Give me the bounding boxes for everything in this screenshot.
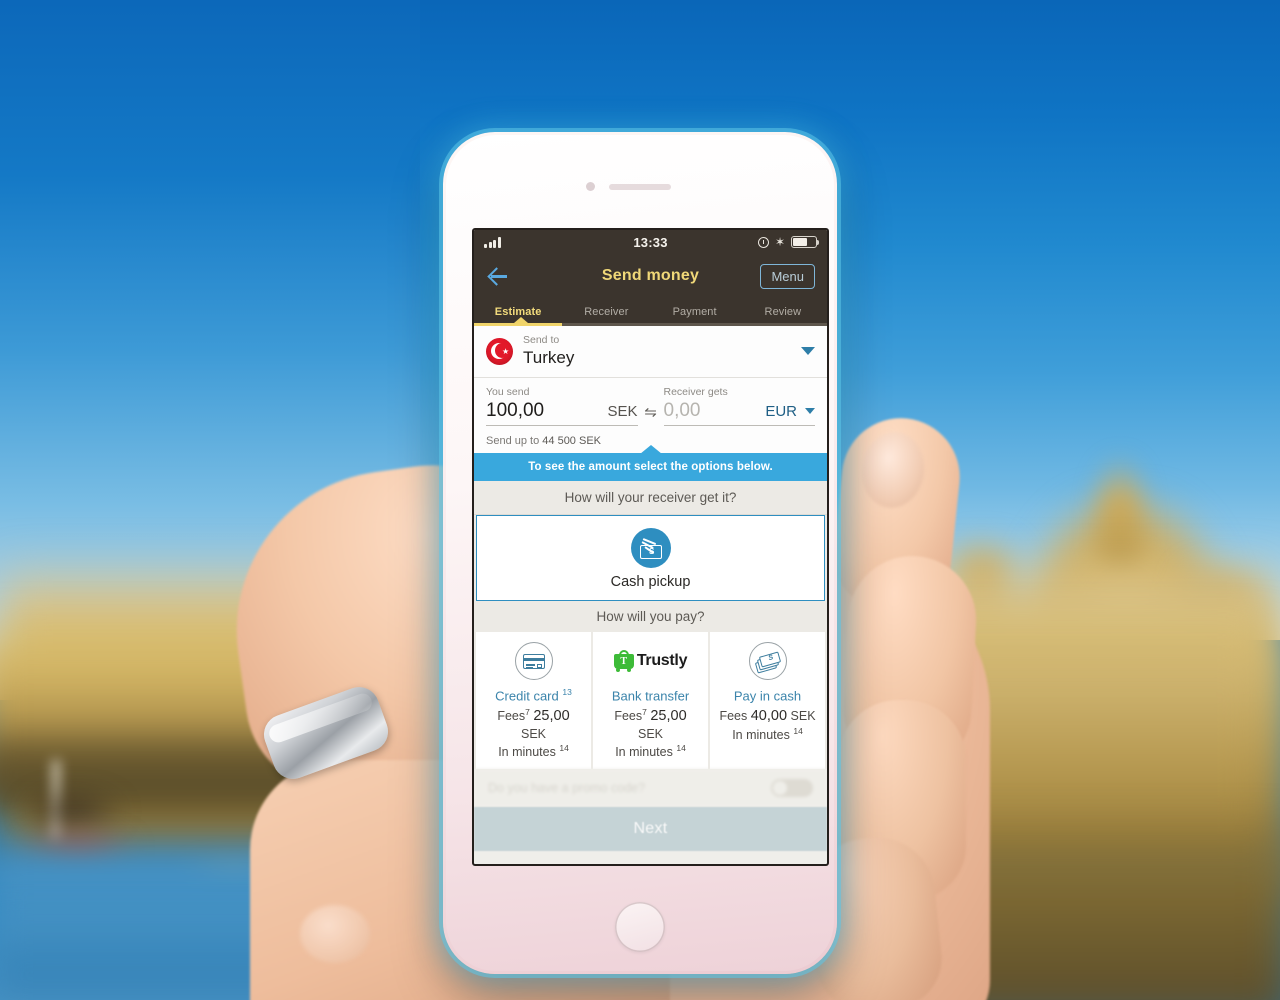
payment-heading: How will you pay? <box>474 601 827 633</box>
home-button[interactable] <box>615 902 665 952</box>
fees-label: Fees <box>614 709 643 724</box>
fees-label: Fees <box>497 709 526 724</box>
receiver-gets-group: Receiver gets 0,00 EUR <box>663 386 815 427</box>
send-to-row[interactable]: ★ Send to Turkey <box>474 326 827 379</box>
delivery-option-label: Cash pickup <box>610 574 691 591</box>
you-send-group: You send 100,00 SEK <box>486 386 638 427</box>
delivery-option-cash-pickup[interactable]: Cash pickup <box>476 515 825 602</box>
info-banner-wrap: To see the amount select the options bel… <box>474 445 827 482</box>
turkey-flag-icon: ★ <box>486 337 513 365</box>
info-banner: To see the amount select the options bel… <box>474 453 827 482</box>
payment-method-label: Bank transfer <box>611 688 690 704</box>
cash-pickup-icon <box>630 528 671 569</box>
fees-amount: 25,00 <box>533 708 570 725</box>
footnote-ref: 14 <box>559 742 569 753</box>
payment-method-name: Credit card 13 <box>480 687 587 704</box>
fees-amount: 25,00 <box>650 708 687 725</box>
you-send-label: You send <box>486 386 530 399</box>
footnote-ref: 14 <box>676 742 686 753</box>
send-to-label: Send to <box>523 334 560 346</box>
you-send-input[interactable]: 100,00 <box>486 400 603 422</box>
footnote-ref: 14 <box>793 726 803 737</box>
smartphone: 13:33 ✶ Send money Menu Estimate Receive… <box>443 132 837 974</box>
delivery-heading: How will your receiver get it? <box>474 481 827 516</box>
chevron-down-icon[interactable] <box>801 347 815 356</box>
alarm-icon <box>757 236 769 248</box>
payment-methods-row: Credit card 13 Fees7 25,00 SEK In minute… <box>474 632 827 770</box>
fees-currency: SEK <box>790 709 816 724</box>
fees-currency: SEK <box>637 727 663 742</box>
trustly-logo-icon: Trustly <box>597 642 704 680</box>
send-to-country: Turkey <box>523 348 575 368</box>
bluetooth-icon: ✶ <box>774 235 785 249</box>
payment-method-bank-transfer[interactable]: Trustly Bank transfer Fees7 25,00 SEK In… <box>593 632 708 770</box>
cash-stack-icon <box>748 642 787 681</box>
payment-method-pay-in-cash[interactable]: Pay in cash Fees 40,00 SEK In minutes 14 <box>710 632 825 770</box>
swap-currency-icon[interactable]: ⇋ <box>638 403 664 426</box>
status-bar: 13:33 ✶ <box>474 230 827 254</box>
speed-label: In minutes <box>498 744 556 759</box>
payment-method-speed: In minutes 14 <box>597 743 704 761</box>
fees-currency: SEK <box>520 727 546 742</box>
payment-method-fees: Fees 40,00 SEK <box>714 707 821 726</box>
menu-button[interactable]: Menu <box>760 263 815 289</box>
payment-method-label: Credit card <box>495 688 559 704</box>
payment-method-fees: Fees7 25,00 SEK <box>597 707 704 742</box>
next-button[interactable]: Next <box>474 807 827 852</box>
footnote-ref: 7 <box>525 707 530 718</box>
speed-label: In minutes <box>615 744 673 759</box>
active-tab-notch-icon <box>514 317 529 323</box>
tab-receiver[interactable]: Receiver <box>562 306 650 318</box>
payment-method-name: Pay in cash <box>714 687 821 704</box>
speed-label: In minutes <box>732 728 790 743</box>
payment-method-name: Bank transfer <box>597 687 704 704</box>
receiver-gets-input[interactable]: 0,00 <box>664 400 762 422</box>
front-camera-icon <box>586 182 595 191</box>
credit-card-icon <box>514 642 553 681</box>
fees-label: Fees <box>719 709 748 724</box>
receiver-gets-currency[interactable]: EUR <box>765 403 797 420</box>
send-limit-currency: SEK <box>579 435 602 448</box>
payment-method-label: Pay in cash <box>733 688 802 704</box>
thumb-nail <box>300 905 370 963</box>
tab-payment[interactable]: Payment <box>651 306 739 318</box>
payment-method-speed: In minutes 14 <box>480 743 587 761</box>
footnote-ref: 7 <box>642 707 647 718</box>
fees-amount: 40,00 <box>750 708 788 725</box>
promo-toggle-icon[interactable] <box>771 779 813 798</box>
banner-notch-icon <box>639 445 662 455</box>
promo-code-label: Do you have a promo code? <box>488 781 646 796</box>
chevron-down-icon[interactable] <box>805 408 815 415</box>
earpiece-speaker <box>609 184 671 190</box>
app-header: Send money Menu <box>474 254 827 298</box>
step-tabs: Estimate Receiver Payment Review <box>474 298 827 326</box>
payment-method-speed: In minutes 14 <box>714 726 821 744</box>
payment-method-credit-card[interactable]: Credit card 13 Fees7 25,00 SEK In minute… <box>476 632 591 770</box>
payment-method-fees: Fees7 25,00 SEK <box>480 707 587 742</box>
amount-row: You send 100,00 SEK ⇋ Receiver gets 0,00… <box>474 378 827 433</box>
trustly-wordmark: Trustly <box>636 652 688 670</box>
footnote-ref: 13 <box>562 687 572 698</box>
battery-icon <box>791 236 820 248</box>
send-limit-amount: 44 500 <box>542 435 576 448</box>
you-send-currency: SEK <box>607 403 638 421</box>
send-limit-prefix: Send up to <box>486 435 540 448</box>
phone-screen: 13:33 ✶ Send money Menu Estimate Receive… <box>472 228 829 866</box>
tab-review[interactable]: Review <box>739 306 827 318</box>
promo-code-row[interactable]: Do you have a promo code? <box>474 769 827 808</box>
receiver-gets-label: Receiver gets <box>663 386 728 399</box>
